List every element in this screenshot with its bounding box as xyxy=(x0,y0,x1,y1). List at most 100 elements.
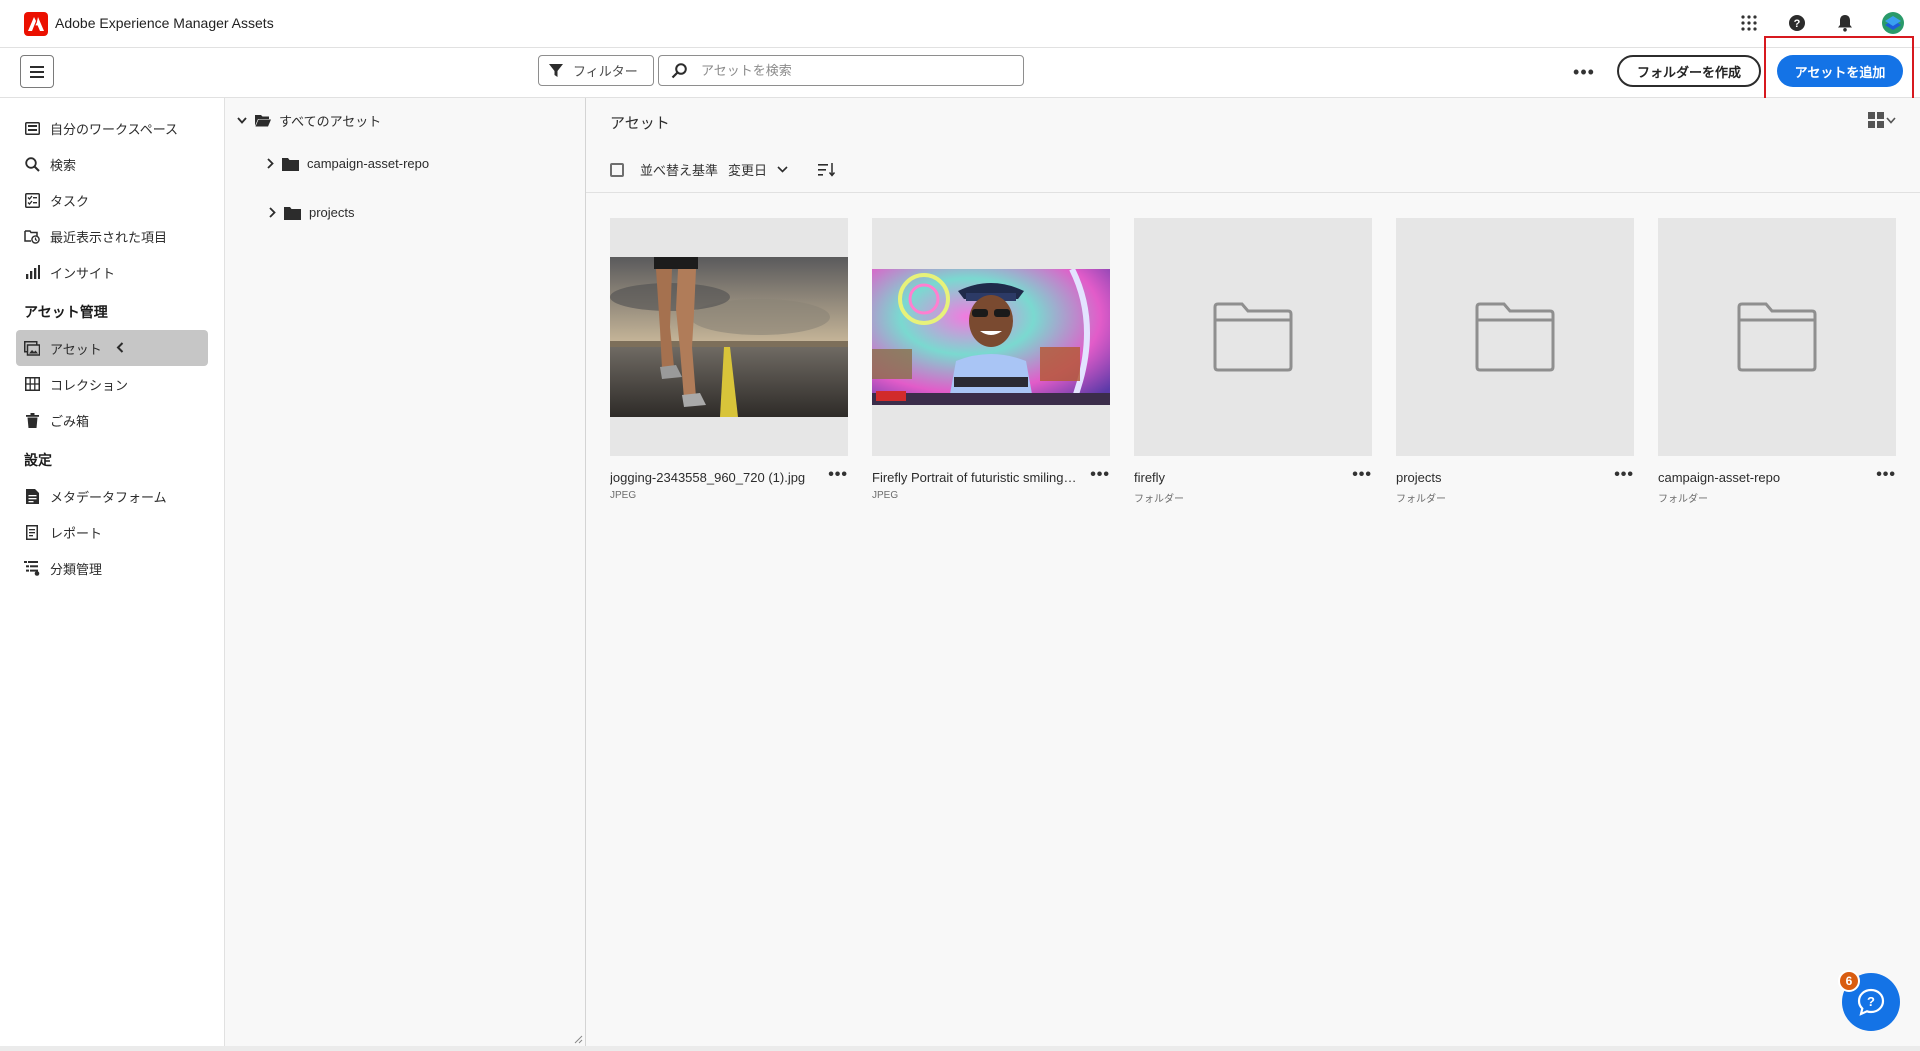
firefly-portrait-image xyxy=(872,269,1110,405)
tree-item-label: campaign-asset-repo xyxy=(307,156,430,171)
tree-root-all-assets[interactable]: すべてのアセット xyxy=(237,111,381,130)
view-toggle-button[interactable] xyxy=(1868,112,1896,128)
nav-item-insights[interactable]: インサイト xyxy=(0,254,224,290)
sort-value: 変更日 xyxy=(728,163,768,178)
search-field[interactable] xyxy=(658,55,1024,86)
apps-grid-icon[interactable] xyxy=(1736,10,1762,36)
folder-thumbnail[interactable] xyxy=(1134,218,1372,456)
recent-icon xyxy=(24,228,40,244)
folder-open-icon xyxy=(255,115,271,127)
sort-order-icon[interactable] xyxy=(818,162,836,177)
nav-item-label: タスク xyxy=(50,193,90,209)
report-icon xyxy=(24,524,40,540)
filter-icon xyxy=(549,63,563,77)
nav-item-workspace[interactable]: 自分のワークスペース xyxy=(0,110,224,146)
action-bar: フィルター ••• フォルダーを作成 アセットを追加 xyxy=(0,48,1920,98)
more-options-button[interactable]: ••• xyxy=(1572,60,1596,84)
folder-thumbnail[interactable] xyxy=(1396,218,1634,456)
add-asset-button[interactable]: アセットを追加 xyxy=(1777,55,1903,87)
nav-item-taxonomy[interactable]: 分類管理 xyxy=(0,550,224,586)
menu-toggle-button[interactable] xyxy=(20,55,54,88)
main-content: アセット 並べ替え基準 変更日 jogging-2343558_960_720 … xyxy=(586,98,1920,1046)
asset-card[interactable]: Firefly Portrait of futuristic smiling m… xyxy=(872,218,1110,501)
nav-item-label: 最近表示された項目 xyxy=(50,229,168,245)
svg-text:?: ? xyxy=(1794,18,1801,30)
asset-card[interactable]: jogging-2343558_960_720 (1).jpg JPEG ••• xyxy=(610,218,848,501)
metadata-form-icon xyxy=(24,488,40,504)
folder-card[interactable]: projects フォルダー ••• xyxy=(1396,218,1634,505)
filter-button[interactable]: フィルター xyxy=(538,55,654,86)
nav-item-label: アセット xyxy=(50,341,102,357)
folder-name[interactable]: projects xyxy=(1396,470,1601,485)
nav-item-tasks[interactable]: タスク xyxy=(0,182,224,218)
grid-view-icon xyxy=(1868,112,1884,128)
trash-icon xyxy=(24,412,40,428)
chevron-right-icon[interactable] xyxy=(269,207,276,218)
asset-name[interactable]: jogging-2343558_960_720 (1).jpg xyxy=(610,470,815,485)
folder-card[interactable]: firefly フォルダー ••• xyxy=(1134,218,1372,505)
top-bar: Adobe Experience Manager Assets ? xyxy=(0,0,1920,48)
collection-icon xyxy=(24,376,40,392)
nav-item-label: 自分のワークスペース xyxy=(50,121,179,137)
notification-bell-icon[interactable] xyxy=(1832,10,1858,36)
collapse-chevron-icon[interactable] xyxy=(116,341,124,356)
asset-more-options-button[interactable]: ••• xyxy=(828,466,848,484)
left-navigation: 自分のワークスペース 検索 タスク 最近表示された項目 インサイト アセット管理… xyxy=(0,98,225,1046)
folder-more-options-button[interactable]: ••• xyxy=(1876,466,1896,484)
tree-item-projects[interactable]: projects xyxy=(269,205,355,220)
folder-more-options-button[interactable]: ••• xyxy=(1614,466,1634,484)
page-title: アセット xyxy=(610,115,670,132)
nav-item-search[interactable]: 検索 xyxy=(0,146,224,182)
tree-root-label: すべてのアセット xyxy=(279,114,382,129)
nav-item-label: コレクション xyxy=(50,377,129,393)
folder-card[interactable]: campaign-asset-repo フォルダー ••• xyxy=(1658,218,1896,505)
nav-item-metadata-forms[interactable]: メタデータフォーム xyxy=(0,478,224,514)
folder-name[interactable]: firefly xyxy=(1134,470,1339,485)
chevron-down-icon[interactable] xyxy=(237,117,247,124)
nav-item-collections[interactable]: コレクション xyxy=(0,366,224,402)
select-all-checkbox[interactable] xyxy=(610,162,624,177)
bottom-scrollbar-track xyxy=(0,1046,1920,1051)
folder-icon xyxy=(282,157,299,171)
search-icon xyxy=(671,62,687,78)
asset-thumbnail[interactable] xyxy=(610,218,848,456)
search-input[interactable] xyxy=(701,63,1001,78)
nav-item-recent[interactable]: 最近表示された項目 xyxy=(0,218,224,254)
chevron-right-icon[interactable] xyxy=(267,158,274,169)
nav-item-label: インサイト xyxy=(50,265,116,281)
section-heading-settings: 設定 xyxy=(24,452,52,468)
folder-more-options-button[interactable]: ••• xyxy=(1352,466,1372,484)
folder-thumbnail[interactable] xyxy=(1658,218,1896,456)
avatar[interactable] xyxy=(1880,10,1906,36)
nav-item-trash[interactable]: ごみ箱 xyxy=(0,402,224,438)
nav-item-label: メタデータフォーム xyxy=(50,489,167,505)
jogging-photo xyxy=(610,257,848,417)
help-icon[interactable]: ? xyxy=(1784,10,1810,36)
asset-more-options-button[interactable]: ••• xyxy=(1090,466,1110,484)
tree-item-campaign-asset-repo[interactable]: campaign-asset-repo xyxy=(267,156,429,171)
asset-name[interactable]: Firefly Portrait of futuristic smiling m… xyxy=(872,470,1077,485)
adobe-logo-icon[interactable] xyxy=(24,12,48,36)
nav-item-label: 分類管理 xyxy=(50,561,103,577)
resize-handle-icon[interactable] xyxy=(573,1034,583,1044)
nav-item-reports[interactable]: レポート xyxy=(0,514,224,550)
chevron-down-icon xyxy=(777,166,788,173)
nav-item-assets[interactable]: アセット xyxy=(16,330,208,366)
svg-text:?: ? xyxy=(1867,994,1875,1009)
search-icon xyxy=(24,156,40,172)
create-folder-button[interactable]: フォルダーを作成 xyxy=(1617,55,1761,87)
nav-item-label: ごみ箱 xyxy=(50,413,90,429)
folder-type: フォルダー xyxy=(1134,494,1184,505)
tree-item-label: projects xyxy=(309,205,355,220)
assets-icon xyxy=(24,340,40,356)
sort-value-dropdown[interactable]: 変更日 xyxy=(728,160,788,179)
notification-count-badge: 6 xyxy=(1838,970,1860,992)
folder-name[interactable]: campaign-asset-repo xyxy=(1658,470,1863,485)
folder-icon xyxy=(284,206,301,220)
nav-item-label: 検索 xyxy=(50,157,77,173)
filter-label: フィルター xyxy=(573,64,638,79)
insights-icon xyxy=(24,264,40,280)
workspace-icon xyxy=(24,120,40,136)
folder-icon xyxy=(1737,302,1817,372)
asset-thumbnail[interactable] xyxy=(872,218,1110,456)
